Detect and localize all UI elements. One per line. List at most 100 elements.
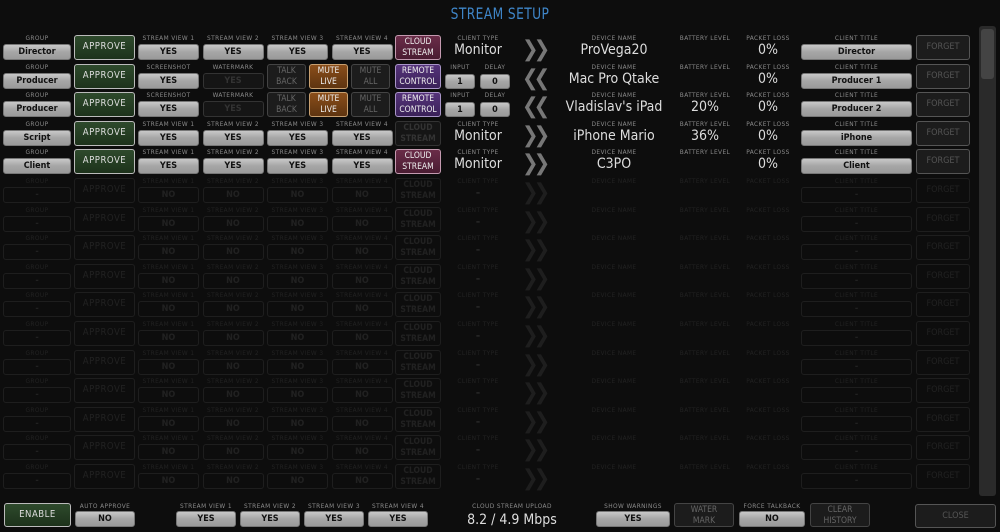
cell-button[interactable]: NO xyxy=(331,244,393,261)
cell-button[interactable]: NO xyxy=(331,358,393,375)
input-field[interactable]: 1 xyxy=(445,102,475,118)
cell-button[interactable]: NO xyxy=(138,444,199,461)
cell-button[interactable]: YES xyxy=(138,72,199,89)
cell-button[interactable]: YES xyxy=(138,101,199,118)
chevron-right-icon[interactable]: ❯❯ xyxy=(522,437,550,462)
forget-button[interactable]: FORGET xyxy=(916,406,970,432)
cell-button[interactable]: NO xyxy=(331,215,393,232)
mute-live-button[interactable]: MUTE LIVE xyxy=(309,92,348,118)
cell-button[interactable]: NO xyxy=(138,358,199,375)
approve-button[interactable]: APPROVE xyxy=(74,406,135,432)
cell-button[interactable]: YES xyxy=(331,129,393,146)
chevron-right-icon[interactable]: ❯❯ xyxy=(522,466,550,491)
forget-button[interactable]: FORGET xyxy=(916,63,970,89)
cloud-stream-button[interactable]: CLOUD STREAM xyxy=(395,349,441,375)
group-button[interactable]: - xyxy=(3,244,71,261)
cloud-stream-button[interactable]: CLOUD STREAM xyxy=(395,406,441,432)
chevron-right-icon[interactable]: ❯❯ xyxy=(522,323,550,348)
chevron-right-icon[interactable]: ❯❯ xyxy=(522,294,550,319)
chevron-right-icon[interactable]: ❯❯ xyxy=(522,151,550,176)
cell-button[interactable]: NO xyxy=(331,187,393,203)
cell-button[interactable]: NO xyxy=(202,301,264,318)
chevron-right-icon[interactable]: ❯❯ xyxy=(522,380,550,405)
cell-button[interactable]: NO xyxy=(267,215,328,232)
scrollbar[interactable] xyxy=(979,26,996,496)
cell-button[interactable]: NO xyxy=(267,301,328,318)
chevron-right-icon[interactable]: ❯❯ xyxy=(522,237,550,262)
approve-button[interactable]: APPROVE xyxy=(74,235,135,261)
chevron-right-icon[interactable]: ❯❯ xyxy=(522,37,550,62)
force-talkback-button[interactable]: NO xyxy=(739,511,805,527)
remote-control-button[interactable]: REMOTE CONTROL xyxy=(395,63,441,89)
cloud-stream-button[interactable]: CLOUD STREAM xyxy=(395,149,441,175)
client-title-field[interactable]: - xyxy=(801,387,912,404)
cloud-stream-button[interactable]: CLOUD STREAM xyxy=(395,206,441,232)
cell-button[interactable]: YES xyxy=(202,101,264,118)
remote-control-button[interactable]: REMOTE CONTROL xyxy=(395,92,441,118)
auto-approve-button[interactable]: NO xyxy=(75,511,135,527)
approve-button[interactable]: APPROVE xyxy=(74,149,135,175)
forget-button[interactable]: FORGET xyxy=(916,149,970,175)
delay-field[interactable]: 0 xyxy=(480,102,510,118)
cell-button[interactable]: NO xyxy=(138,330,199,346)
cloud-stream-button[interactable]: CLOUD STREAM xyxy=(395,464,441,489)
cloud-stream-button[interactable]: CLOUD STREAM xyxy=(395,178,441,203)
forget-button[interactable]: FORGET xyxy=(916,292,970,318)
talk-back-button[interactable]: TALK BACK xyxy=(267,92,306,118)
approve-button[interactable]: APPROVE xyxy=(74,178,135,203)
cell-button[interactable]: NO xyxy=(138,415,199,432)
forget-button[interactable]: FORGET xyxy=(916,349,970,375)
mute-all-button[interactable]: MUTE ALL xyxy=(351,92,390,118)
cloud-stream-button[interactable]: CLOUD STREAM xyxy=(395,235,441,261)
group-button[interactable]: Script xyxy=(3,129,71,146)
cell-button[interactable]: NO xyxy=(267,473,328,489)
cell-button[interactable]: YES xyxy=(267,158,328,175)
forget-button[interactable]: FORGET xyxy=(916,435,970,461)
approve-button[interactable]: APPROVE xyxy=(74,349,135,375)
cell-button[interactable]: NO xyxy=(267,444,328,461)
scrollbar-thumb[interactable] xyxy=(981,29,994,79)
mute-all-button[interactable]: MUTE ALL xyxy=(351,63,390,89)
cell-button[interactable]: NO xyxy=(138,473,199,489)
forget-button[interactable]: FORGET xyxy=(916,178,970,203)
cell-button[interactable]: NO xyxy=(202,415,264,432)
group-button[interactable]: Director xyxy=(3,44,71,60)
group-button[interactable]: - xyxy=(3,187,71,203)
cell-button[interactable]: NO xyxy=(202,330,264,346)
cloud-stream-button[interactable]: CLOUD STREAM xyxy=(395,435,441,461)
client-title-field[interactable]: - xyxy=(801,444,912,461)
approve-button[interactable]: APPROVE xyxy=(74,321,135,346)
mute-live-button[interactable]: MUTE LIVE xyxy=(309,63,348,89)
chevron-right-icon[interactable]: ❯❯ xyxy=(522,123,550,148)
cell-button[interactable]: NO xyxy=(138,244,199,261)
cell-button[interactable]: NO xyxy=(202,187,264,203)
client-title-field[interactable]: Director xyxy=(801,44,912,60)
chevron-left-icon[interactable]: ❮❮ xyxy=(522,66,550,91)
footer-stream-view-2-button[interactable]: YES xyxy=(240,511,300,527)
cell-button[interactable]: YES xyxy=(331,158,393,175)
cell-button[interactable]: YES xyxy=(202,129,264,146)
watermark-button[interactable]: WATER MARK xyxy=(674,503,734,527)
forget-button[interactable]: FORGET xyxy=(916,35,970,60)
cell-button[interactable]: NO xyxy=(331,330,393,346)
cell-button[interactable]: NO xyxy=(267,272,328,289)
chevron-right-icon[interactable]: ❯❯ xyxy=(522,352,550,377)
cell-button[interactable]: YES xyxy=(202,72,264,89)
forget-button[interactable]: FORGET xyxy=(916,464,970,489)
cell-button[interactable]: NO xyxy=(202,387,264,404)
close-button[interactable]: CLOSE xyxy=(915,504,996,528)
talk-back-button[interactable]: TALK BACK xyxy=(267,63,306,89)
cell-button[interactable]: NO xyxy=(267,187,328,203)
forget-button[interactable]: FORGET xyxy=(916,235,970,261)
chevron-right-icon[interactable]: ❯❯ xyxy=(522,409,550,434)
forget-button[interactable]: FORGET xyxy=(916,263,970,289)
group-button[interactable]: Producer xyxy=(3,101,71,118)
group-button[interactable]: - xyxy=(3,301,71,318)
cell-button[interactable]: NO xyxy=(202,272,264,289)
cell-button[interactable]: NO xyxy=(202,473,264,489)
cell-button[interactable]: YES xyxy=(202,44,264,60)
cell-button[interactable]: YES xyxy=(331,44,393,60)
group-button[interactable]: - xyxy=(3,358,71,375)
cloud-stream-button[interactable]: CLOUD STREAM xyxy=(395,321,441,346)
cell-button[interactable]: YES xyxy=(138,44,199,60)
